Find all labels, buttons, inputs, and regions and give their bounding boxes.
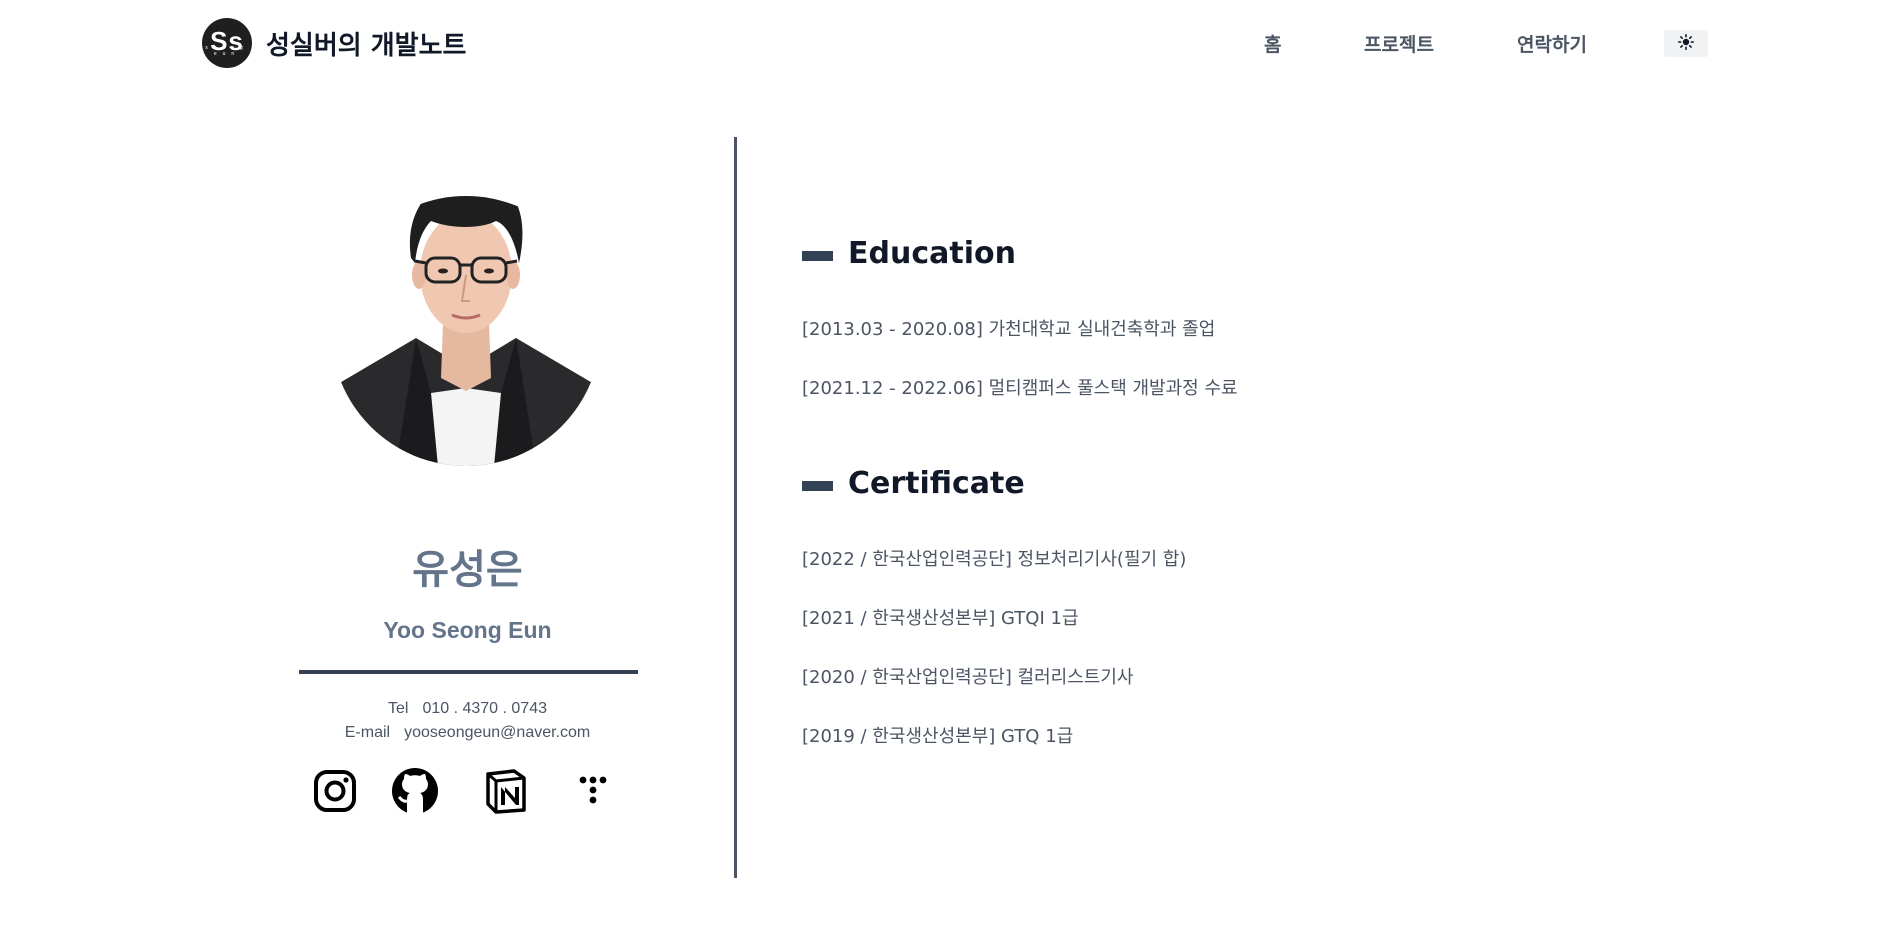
education-item: [2021.12 - 2022.06] 멀티캠퍼스 풀스택 개발과정 수료 (802, 378, 1238, 399)
certificate-marker (802, 481, 833, 491)
nav-contact[interactable]: 연락하기 (1517, 30, 1587, 57)
sun-icon (1678, 34, 1694, 53)
site-title: 성실버의 개발노트 (266, 30, 467, 61)
home-logo-link[interactable]: Ss seong eun 성실버의 개발노트 (202, 18, 466, 68)
profile-photo (331, 196, 601, 466)
nav-projects[interactable]: 프로젝트 (1364, 30, 1434, 57)
certificate-item: [2019 / 한국생산성본부] GTQ 1급 (802, 726, 1074, 747)
certificate-item: [2020 / 한국산업인력공단] 컬러리스트기사 (802, 667, 1134, 688)
notion-icon (484, 768, 528, 818)
notion-link[interactable] (481, 768, 531, 818)
theme-toggle-button[interactable] (1664, 30, 1708, 57)
tel-label: Tel (387, 700, 409, 717)
logo-small-text: seong eun (205, 45, 249, 57)
certificate-item: [2022 / 한국산업인력공단] 정보처리기사(필기 합) (802, 549, 1187, 570)
profile-name-korean: 유성은 (412, 547, 523, 593)
email-label: E-mail (344, 724, 391, 741)
certificate-item: [2021 / 한국생산성본부] GTQI 1급 (802, 608, 1079, 629)
education-item: [2013.03 - 2020.08] 가천대학교 실내건축학과 졸업 (802, 319, 1216, 340)
education-title: Education (848, 236, 1016, 271)
email-value: yooseongeun@naver.com (404, 724, 591, 741)
nav-home[interactable]: 홈 (1264, 30, 1281, 57)
instagram-icon (313, 769, 357, 817)
column-divider (734, 137, 737, 878)
site-header: Ss seong eun 성실버의 개발노트 홈 프로젝트 연락하기 (0, 0, 1896, 86)
tistory-icon (575, 773, 611, 813)
name-divider (299, 670, 638, 674)
logo-badge: Ss seong eun (202, 18, 252, 68)
profile-name-english: Yoo Seong Eun (383, 617, 552, 643)
tel-value: 010 . 4370 . 0743 (422, 700, 547, 717)
education-marker (802, 251, 833, 261)
contact-email: E-mail yooseongeun@naver.com (280, 724, 655, 742)
instagram-link[interactable] (310, 768, 360, 818)
github-link[interactable] (390, 768, 440, 818)
tistory-link[interactable] (568, 768, 618, 818)
github-icon (391, 767, 439, 819)
contact-tel: Tel 010 . 4370 . 0743 (280, 700, 655, 718)
certificate-title: Certificate (848, 466, 1025, 501)
